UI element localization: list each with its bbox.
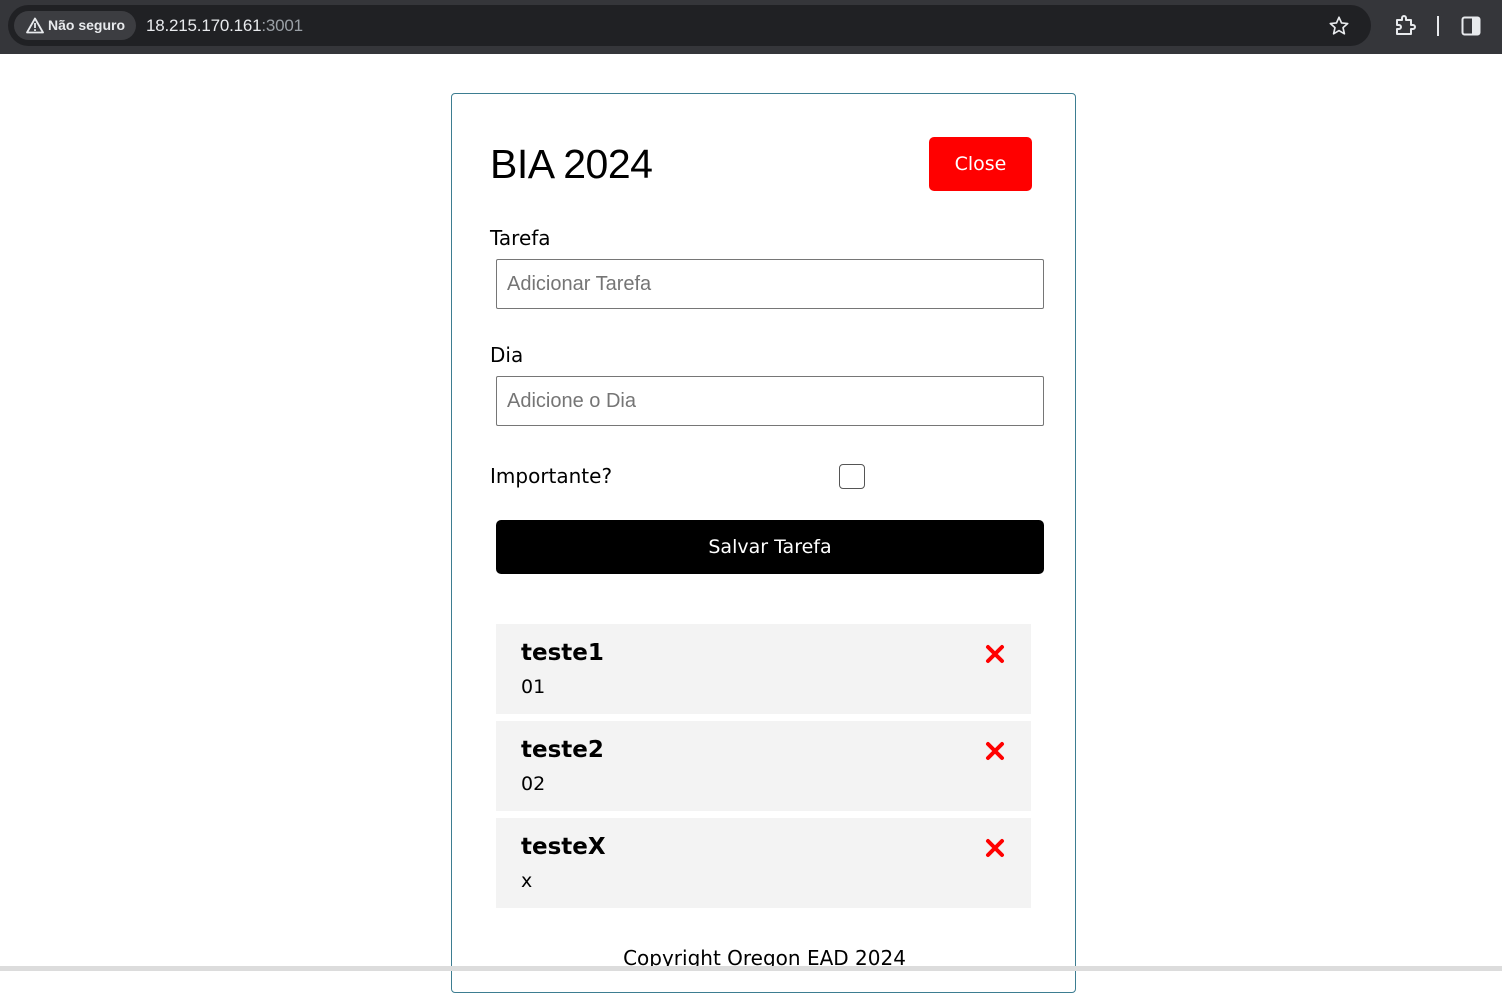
dia-label: Dia — [490, 343, 524, 367]
security-label: Não seguro — [48, 17, 126, 33]
task-item[interactable]: teste1 01 — [496, 624, 1031, 714]
security-indicator[interactable]: Não seguro — [14, 11, 137, 40]
task-name: teste1 — [521, 640, 604, 666]
task-name: testeX — [521, 834, 606, 860]
tarefa-label: Tarefa — [490, 226, 551, 250]
side-panel-icon[interactable] — [1461, 16, 1481, 36]
address-bar[interactable]: Não seguro 18.215.170.161:3001 — [8, 5, 1371, 46]
star-icon[interactable] — [1328, 15, 1350, 37]
task-day: x — [521, 870, 533, 892]
task-item[interactable]: testeX x — [496, 818, 1031, 908]
url-port: :3001 — [261, 16, 303, 35]
toolbar-divider — [1437, 16, 1439, 36]
task-card: BIA 2024 Close Tarefa Dia Importante? Sa… — [451, 93, 1076, 993]
task-day: 01 — [521, 676, 546, 698]
url-host: 18.215.170.161 — [146, 16, 262, 35]
delete-x-icon[interactable] — [985, 741, 1005, 761]
warning-icon — [26, 17, 44, 34]
dia-input[interactable] — [496, 376, 1044, 426]
tarefa-input[interactable] — [496, 259, 1044, 309]
close-button[interactable]: Close — [929, 137, 1032, 191]
browser-toolbar: Não seguro 18.215.170.161:3001 — [0, 0, 1502, 54]
extensions-icon[interactable] — [1393, 14, 1417, 38]
url-text[interactable]: 18.215.170.161:3001 — [146, 16, 303, 36]
save-task-button[interactable]: Salvar Tarefa — [496, 520, 1044, 574]
page-title: BIA 2024 — [490, 141, 653, 187]
task-day: 02 — [521, 773, 546, 795]
task-item[interactable]: teste2 02 — [496, 721, 1031, 811]
task-list: teste1 01 teste2 02 testeX x — [496, 624, 1031, 915]
delete-x-icon[interactable] — [985, 644, 1005, 664]
importante-checkbox[interactable] — [839, 464, 865, 489]
delete-x-icon[interactable] — [985, 838, 1005, 858]
window-bottom-edge — [0, 966, 1502, 971]
task-name: teste2 — [521, 737, 604, 763]
importante-label: Importante? — [490, 464, 613, 488]
